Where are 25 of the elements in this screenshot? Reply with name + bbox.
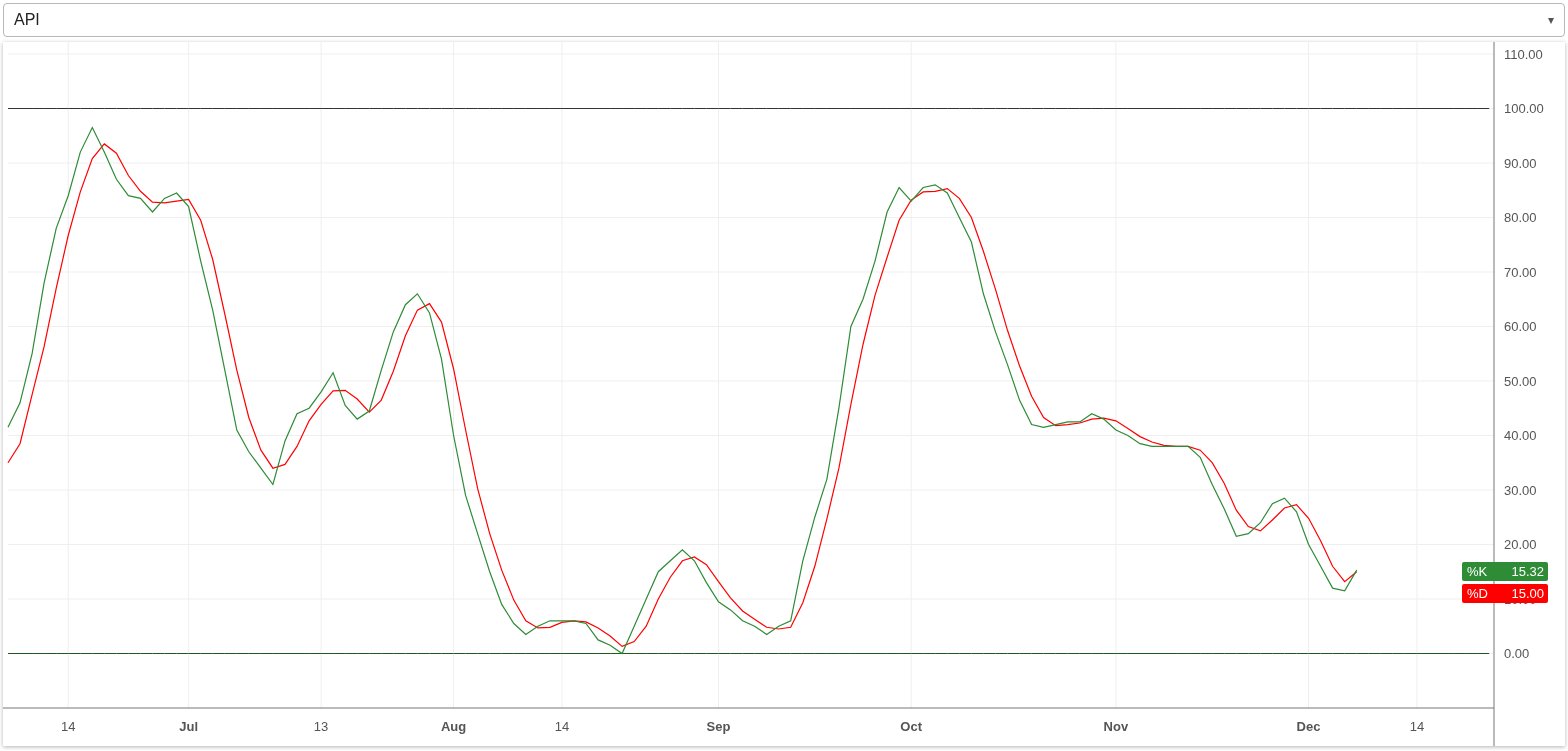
y-axis-label: 90.00 [1504, 156, 1537, 171]
y-axis-label: 80.00 [1504, 210, 1537, 226]
y-axis-label: 110.00 [1504, 47, 1543, 62]
api-dropdown[interactable]: API ▾ [3, 3, 1565, 37]
x-axis-label: Dec [1296, 719, 1321, 734]
y-axis-label: 60.00 [1504, 319, 1537, 335]
y-axis-label: 100.00 [1504, 101, 1544, 117]
x-axis-label: Jul [179, 719, 199, 734]
x-axis-label: 14 [1409, 719, 1425, 734]
x-axis-label: Sep [706, 719, 731, 734]
y-axis-label: 40.00 [1504, 428, 1537, 444]
y-axis-label: 20.00 [1504, 537, 1537, 553]
x-axis-label: Aug [440, 719, 467, 734]
value-tag: %D 15.00 [1462, 584, 1548, 603]
value-tag: %K 15.32 [1462, 562, 1548, 581]
y-axis-label: 70.00 [1504, 265, 1537, 280]
x-axis-label: 14 [61, 719, 76, 734]
x-axis-label: Oct [900, 719, 922, 734]
y-axis-label: 50.00 [1504, 374, 1537, 389]
caret-icon: ▾ [1548, 11, 1554, 29]
x-axis-label: 13 [313, 719, 329, 734]
y-axis-label: 30.00 [1504, 483, 1537, 498]
y-axis-label: 0.00 [1504, 646, 1530, 662]
x-axis-label: Nov [1103, 719, 1129, 734]
x-axis-label: 14 [554, 719, 570, 734]
